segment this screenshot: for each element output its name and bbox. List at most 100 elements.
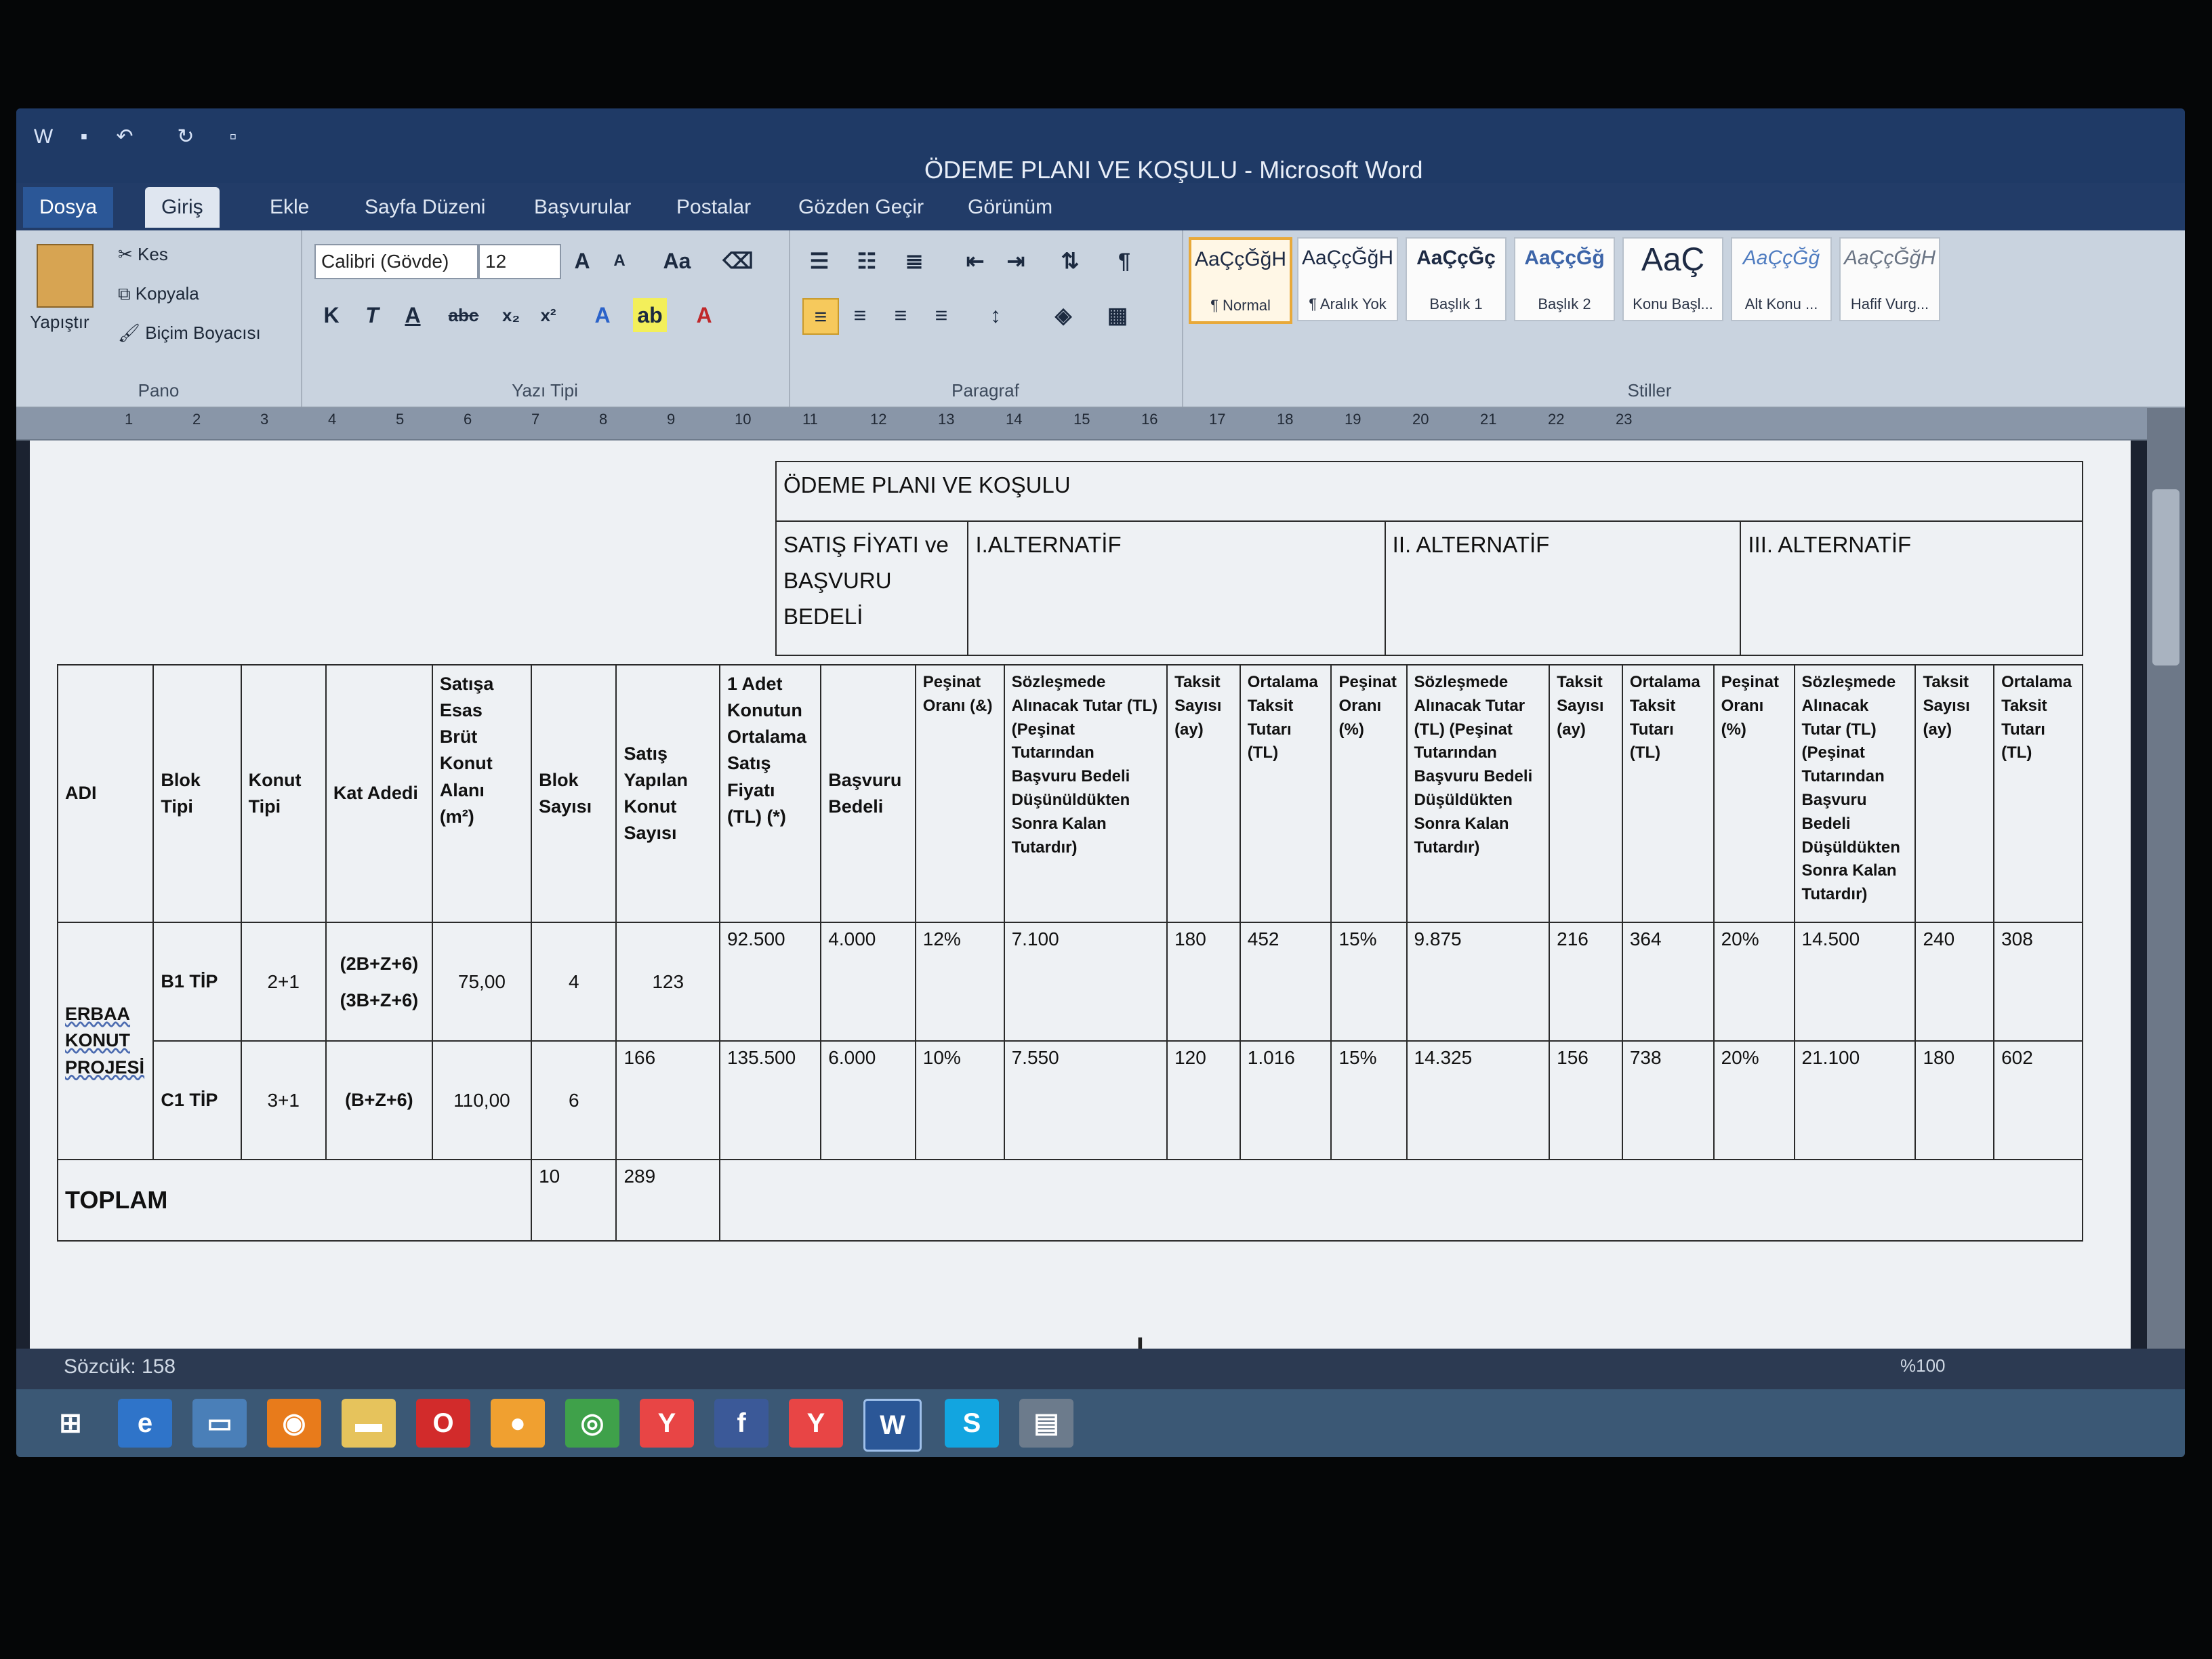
tab-insert[interactable]: Ekle (253, 187, 325, 228)
folder-icon[interactable]: ▬ (342, 1399, 396, 1448)
header-table: ÖDEME PLANI VE KOŞULU SATIŞ FİYATI ve BA… (775, 461, 2083, 656)
col-kat-adedi: Kat Adedi (325, 664, 433, 923)
font-size-combo[interactable]: 12 (478, 244, 561, 279)
grow-font-icon[interactable]: A (565, 244, 599, 278)
col-fiyat: 1 Adet Konutun Ortalama Satış Fiyatı (TL… (718, 664, 822, 923)
col-a1-ort: Ortalama Taksit Tutarı (TL) (1239, 664, 1332, 923)
tab-review[interactable]: Gözden Geçir (782, 187, 940, 228)
font-label: Yazı Tipi (512, 380, 578, 401)
copy-button[interactable]: ⧉ Kopyala (118, 283, 199, 305)
col-a3-taksit: Taksit Sayısı (ay) (1914, 664, 1995, 923)
font-color-icon[interactable]: A (687, 298, 721, 332)
document-page[interactable]: ÖDEME PLANI VE KOŞULU SATIŞ FİYATI ve BA… (30, 441, 2131, 1349)
decrease-indent-icon[interactable]: ⇤ (958, 244, 992, 278)
style-heading-1[interactable]: AaÇçĞç Başlık 1 (1406, 237, 1507, 321)
total-label: TOPLAM (56, 1159, 533, 1242)
desktop-icon[interactable]: ▭ (192, 1399, 247, 1448)
bold-button[interactable]: K (314, 298, 348, 332)
total-row: TOPLAM 10 289 (56, 1159, 2084, 1242)
yandex-browser-icon[interactable]: Y (789, 1399, 843, 1448)
tab-file[interactable]: Dosya (23, 187, 114, 228)
col-a2-taksit: Taksit Sayısı (ay) (1549, 664, 1623, 923)
skype-icon[interactable]: S (945, 1399, 999, 1448)
style-subtle-emphasis[interactable]: AaÇçĞğH Hafif Vurg... (1839, 237, 1940, 321)
undo-icon[interactable]: ↶ (111, 123, 138, 150)
facebook-icon[interactable]: f (714, 1399, 769, 1448)
tab-page-layout[interactable]: Sayfa Düzeni (348, 187, 501, 228)
tab-mailings[interactable]: Postalar (660, 187, 767, 228)
clipboard-group: Yapıştır ✂ Kes ⧉ Kopyala 🖌 Biçim Boyacıs… (16, 230, 302, 407)
start-icon[interactable]: ⊞ (43, 1399, 98, 1448)
style-normal[interactable]: AaÇçĞğH ¶ Normal (1189, 237, 1292, 324)
line-spacing-icon[interactable]: ↕ (979, 298, 1012, 332)
pilcrow-icon[interactable]: ¶ (1107, 244, 1141, 278)
style-subtitle[interactable]: AaÇçĞğ Alt Konu ... (1731, 237, 1832, 321)
paste-icon[interactable] (37, 244, 94, 308)
align-left-icon[interactable]: ≡ (802, 298, 839, 335)
style-title[interactable]: AaÇ Konu Başl... (1622, 237, 1723, 321)
cut-button[interactable]: ✂ Kes (118, 244, 168, 265)
yandex-icon[interactable]: Y (640, 1399, 694, 1448)
underline-button[interactable]: A (396, 298, 430, 332)
col-basvuru: Başvuru Bedeli (820, 664, 916, 923)
justify-icon[interactable]: ≡ (924, 298, 958, 332)
horizontal-ruler[interactable]: 1 2 3 4 5 6 7 8 9 10 11 12 13 14 15 16 1… (16, 408, 2185, 441)
superscript-button[interactable]: x² (531, 298, 565, 332)
save-icon[interactable]: ▪ (70, 123, 98, 150)
shading-icon[interactable]: ◈ (1046, 298, 1080, 332)
subscript-button[interactable]: x₂ (494, 298, 528, 332)
borders-icon[interactable]: ▦ (1101, 298, 1134, 332)
window-icon[interactable]: ▤ (1019, 1399, 1073, 1448)
text-effects-icon[interactable]: A (586, 298, 619, 332)
alt2-header: II. ALTERNATİF (1384, 520, 1742, 656)
opera-icon[interactable]: O (416, 1399, 470, 1448)
total-satis: 289 (615, 1159, 720, 1242)
firefox-icon[interactable]: ◉ (267, 1399, 321, 1448)
tab-view[interactable]: Görünüm (951, 187, 1069, 228)
scroll-thumb[interactable] (2152, 489, 2179, 665)
paste-button[interactable]: Yapıştır (30, 312, 89, 333)
ie-icon[interactable]: e (118, 1399, 172, 1448)
clipboard-label: Pano (138, 380, 180, 401)
word-taskbar-icon[interactable]: W (863, 1399, 922, 1452)
sort-icon[interactable]: ⇅ (1053, 244, 1087, 278)
vertical-scrollbar[interactable] (2147, 408, 2185, 1350)
strikethrough-button[interactable]: abc (440, 298, 487, 332)
clear-format-icon[interactable]: ⌫ (721, 244, 755, 278)
change-case-icon[interactable]: Aa (660, 244, 694, 278)
col-a2-pesinat: Peşinat Oranı (%) (1330, 664, 1408, 923)
italic-button[interactable]: T (355, 298, 389, 332)
word-count[interactable]: Sözcük: 158 (64, 1355, 176, 1378)
col-a2-ort: Ortalama Taksit Tutarı (TL) (1621, 664, 1715, 923)
tab-home[interactable]: Giriş (145, 187, 220, 228)
price-group-header: SATIŞ FİYATI ve BAŞVURU BEDELİ (775, 520, 969, 656)
increase-indent-icon[interactable]: ⇥ (999, 244, 1033, 278)
styles-group: AaÇçĞğH ¶ Normal AaÇçĞğH ¶ Aralık Yok Aa… (1182, 230, 2117, 407)
new-document-icon[interactable]: ▫ (220, 123, 247, 150)
numbering-icon[interactable]: ☷ (850, 244, 884, 278)
col-konut-tipi: Konut Tipi (240, 664, 327, 923)
align-center-icon[interactable]: ≡ (843, 298, 877, 332)
redo-icon[interactable]: ↻ (172, 123, 199, 150)
format-painter-button[interactable]: 🖌 Biçim Boyacısı (118, 323, 261, 344)
font-name-combo[interactable]: Calibri (Gövde) (314, 244, 478, 279)
style-no-spacing[interactable]: AaÇçĞğH ¶ Aralık Yok (1297, 237, 1398, 321)
shrink-font-icon[interactable]: A (602, 244, 636, 278)
col-a2-sozlesme: Sözleşmede Alınacak Tutar (TL) (Peşinat … (1406, 664, 1551, 923)
app-icon[interactable]: ● (491, 1399, 545, 1448)
title-bar: W ▪ ↶ ↻ ▫ ÖDEME PLANI VE KOŞULU - Micros… (16, 108, 2185, 184)
copy-icon: ⧉ (118, 283, 136, 304)
align-right-icon[interactable]: ≡ (884, 298, 918, 332)
col-a1-pesinat: Peşinat Oranı (&) (914, 664, 1005, 923)
highlight-icon[interactable]: ab (633, 298, 667, 332)
paragraph-group: ☰ ☷ ≣ ⇤ ⇥ ⇅ ¶ ≡ ≡ ≡ ≡ ↕ ◈ ▦ Paragraf (789, 230, 1183, 407)
bullets-icon[interactable]: ☰ (802, 244, 836, 278)
chrome-icon[interactable]: ◎ (565, 1399, 619, 1448)
zoom-level[interactable]: %100 (1900, 1355, 1946, 1376)
style-heading-2[interactable]: AaÇçĞğ Başlık 2 (1514, 237, 1615, 321)
col-a3-ort: Ortalama Taksit Tutarı (TL) (1993, 664, 2083, 923)
multilevel-list-icon[interactable]: ≣ (897, 244, 931, 278)
total-filler (718, 1159, 2084, 1242)
tab-references[interactable]: Başvurular (518, 187, 647, 228)
alt1-header: I.ALTERNATİF (967, 520, 1386, 656)
